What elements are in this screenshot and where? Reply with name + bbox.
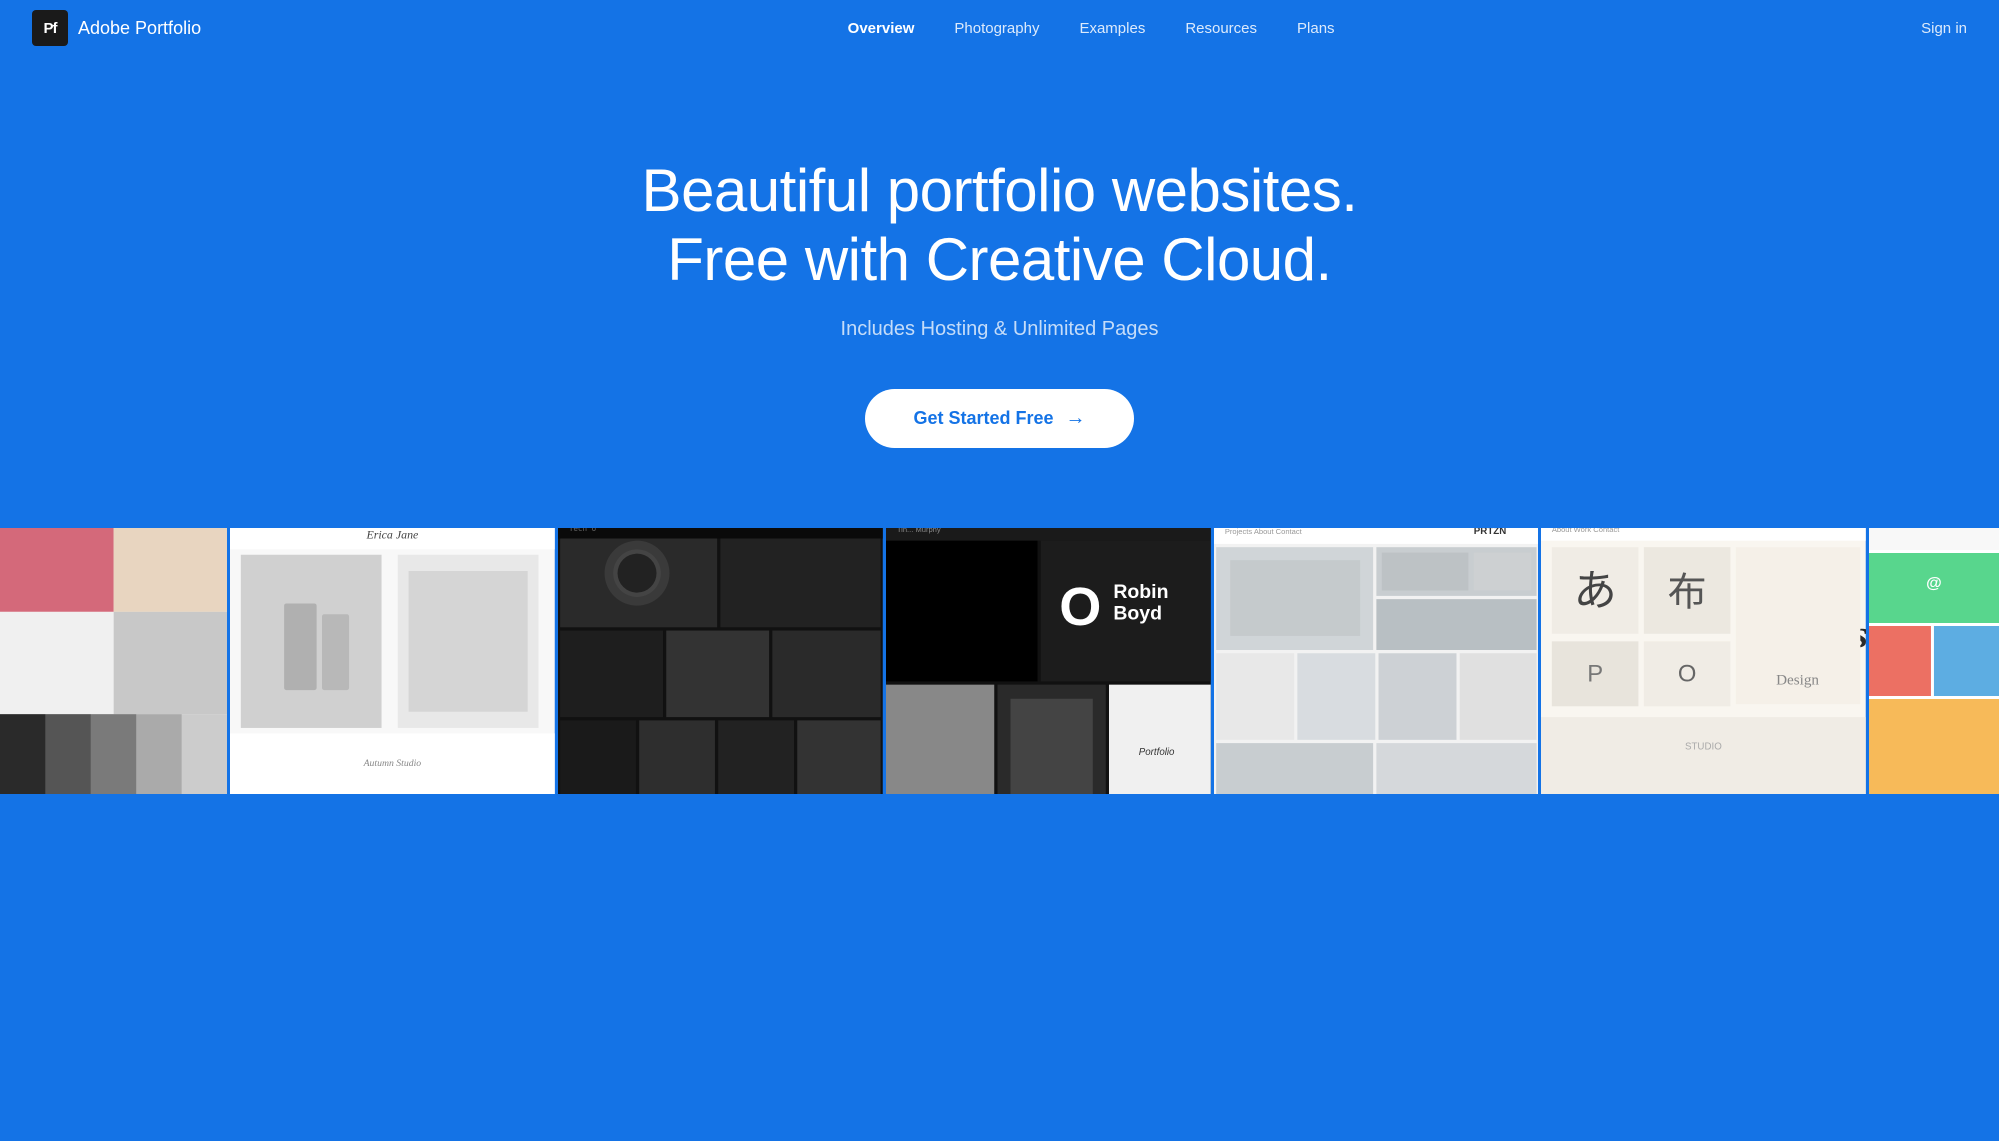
- portfolio-gallery: Erica Jane Autumn Studio: [0, 528, 1999, 798]
- svg-text:Tin... Murphy: Tin... Murphy: [897, 528, 941, 534]
- hero-subtitle: Includes Hosting & Unlimited Pages: [20, 318, 1979, 341]
- svg-text:About Work Contact: About Work Contact: [1552, 528, 1620, 534]
- hero-section: Beautiful portfolio websites. Free with …: [0, 56, 1999, 528]
- cta-label: Get Started Free: [913, 408, 1053, 429]
- nav-resources[interactable]: Resources: [1185, 20, 1257, 37]
- get-started-button[interactable]: Get Started Free →: [865, 389, 1133, 448]
- portfolio-thumb-6: About Work Contact Letters あ 布 P O Desig…: [1541, 528, 1866, 798]
- svg-text:Tech U: Tech U: [569, 528, 596, 533]
- portfolio-thumb-3: Tech U: [558, 528, 883, 798]
- svg-text:Erica Jane: Erica Jane: [366, 528, 420, 542]
- nav-examples[interactable]: Examples: [1079, 20, 1145, 37]
- svg-text:Robin: Robin: [1113, 581, 1168, 603]
- nav-links: Overview Photography Examples Resources …: [261, 20, 1921, 37]
- svg-text:Portfolio: Portfolio: [1139, 747, 1175, 758]
- portfolio-thumb-1: [0, 528, 227, 798]
- svg-text:PRTZN: PRTZN: [1473, 528, 1505, 537]
- nav-plans[interactable]: Plans: [1297, 20, 1335, 37]
- gallery-accent-bar-1: [0, 794, 227, 798]
- portfolio-thumb-4: Tin... Murphy O Robin Boyd Portfolio: [886, 528, 1211, 798]
- gallery-accent-bar-2: [230, 794, 555, 798]
- navbar: Pf Adobe Portfolio Overview Photography …: [0, 0, 1999, 56]
- svg-text:あ: あ: [1574, 568, 1617, 616]
- svg-text:Design: Design: [1776, 672, 1819, 689]
- svg-text:@: @: [1926, 575, 1942, 592]
- gallery-accent-bar-6: [1541, 794, 1866, 798]
- portfolio-thumb-7: @: [1869, 528, 1999, 798]
- logo-link[interactable]: Pf Adobe Portfolio: [32, 10, 201, 46]
- gallery-accent-bar-3: [558, 794, 883, 798]
- nav-overview[interactable]: Overview: [848, 20, 915, 37]
- portfolio-thumb-2: Erica Jane Autumn Studio: [230, 528, 555, 798]
- svg-text:布: 布: [1668, 572, 1707, 615]
- svg-text:Projects About Contact: Projects About Contact: [1224, 528, 1302, 536]
- gallery-accent-bar-5: [1214, 794, 1539, 798]
- svg-text:O: O: [1059, 577, 1101, 637]
- gallery-accent-bar-7: [1869, 794, 1999, 798]
- nav-photography[interactable]: Photography: [954, 20, 1039, 37]
- signin-link[interactable]: Sign in: [1921, 20, 1967, 37]
- hero-title: Beautiful portfolio websites. Free with …: [550, 156, 1450, 294]
- svg-text:Boyd: Boyd: [1113, 603, 1162, 625]
- svg-text:STUDIO: STUDIO: [1685, 742, 1722, 753]
- portfolio-thumb-5: Projects About Contact PRTZN: [1214, 528, 1539, 798]
- svg-text:O: O: [1678, 660, 1697, 687]
- app-name: Adobe Portfolio: [78, 18, 201, 39]
- gallery-accent-bar-4: [886, 794, 1211, 798]
- cta-arrow-icon: →: [1066, 407, 1086, 430]
- svg-text:P: P: [1588, 660, 1604, 687]
- svg-text:Autumn Studio: Autumn Studio: [363, 758, 422, 769]
- pf-logo-icon: Pf: [32, 10, 68, 46]
